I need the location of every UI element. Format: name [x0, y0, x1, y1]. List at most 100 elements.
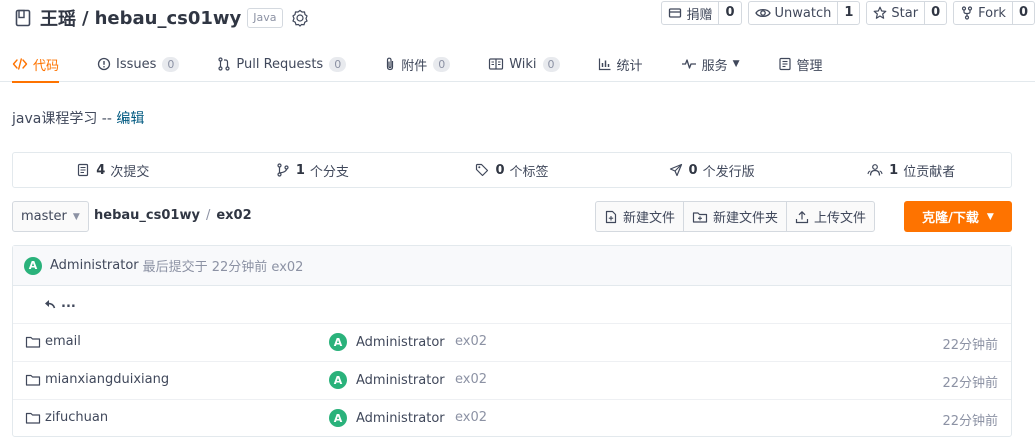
table-row: mianxiangduixiang A Administrator ex02 2… [13, 362, 1011, 400]
tab-label: 服务 [701, 58, 728, 74]
folder-link[interactable]: email [25, 334, 81, 349]
commit-time: 22分钟前 [942, 338, 998, 353]
upload-icon [795, 210, 809, 223]
tag-count: 0 [495, 162, 505, 178]
watch-count[interactable]: 1 [837, 2, 859, 24]
unwatch-button[interactable]: Unwatch 1 [747, 1, 861, 25]
row-author[interactable]: A Administrator [329, 371, 445, 389]
fork-button[interactable]: Fork 0 [953, 1, 1035, 25]
chevron-down-icon: ▼ [986, 211, 994, 222]
commit-label: 次提交 [110, 164, 150, 180]
stat-releases[interactable]: 0 个发行版 [612, 153, 812, 187]
donate-count[interactable]: 0 [718, 2, 740, 24]
parent-directory-row[interactable]: ... [13, 286, 1011, 324]
star-button[interactable]: Star 0 [866, 1, 948, 25]
repo-header: 王瑶 / hebau_cs01wy Java 捐赠 0 Unwatch 1 St… [0, 0, 1035, 83]
tab-statistics[interactable]: 统计 [598, 46, 643, 82]
clone-download-button[interactable]: 克隆/下载 ▼ [904, 201, 1012, 232]
repo-stats-bar: 4 次提交 1 个分支 0 个标签 0 个发行版 1 位贡献者 [12, 152, 1012, 188]
release-label: 个发行版 [702, 164, 755, 180]
tab-wiki[interactable]: Wiki 0 [488, 46, 560, 82]
commit-author[interactable]: Administrator [50, 258, 139, 273]
new-folder-icon [692, 211, 708, 223]
commit-time: 22分钟前 [942, 414, 998, 429]
folder-link[interactable]: mianxiangduixiang [25, 372, 169, 387]
tab-code[interactable]: 代码 [12, 46, 60, 83]
contributor-count: 1 [889, 162, 899, 178]
row-author[interactable]: A Administrator [329, 409, 445, 427]
description-text: java课程学习 [12, 111, 98, 127]
chevron-down-icon: ▼ [72, 211, 80, 222]
release-icon [669, 163, 682, 177]
stat-commits[interactable]: 4 次提交 [13, 153, 213, 187]
tab-pull-requests[interactable]: Pull Requests 0 [217, 46, 347, 82]
wiki-icon [489, 58, 504, 70]
branch-selector[interactable]: master ▼ [12, 201, 89, 232]
folder-name: mianxiangduixiang [45, 372, 170, 387]
tab-issues[interactable]: Issues 0 [97, 46, 180, 82]
fork-count[interactable]: 0 [1011, 2, 1034, 24]
stat-tags[interactable]: 0 个标签 [412, 153, 612, 187]
unwatch-label: Unwatch [774, 5, 832, 21]
issues-icon [97, 57, 111, 71]
commit-count: 4 [96, 162, 106, 178]
last-commit-bar: A Administrator 最后提交于 22分钟前 ex02 [13, 246, 1011, 286]
branch-name: master [21, 209, 67, 224]
tab-attachments[interactable]: 附件 0 [384, 46, 451, 82]
new-folder-label: 新建文件夹 [713, 211, 779, 226]
repo-name-link[interactable]: hebau_cs01wy [95, 8, 242, 29]
repo-book-icon [15, 9, 31, 27]
folder-link[interactable]: zifuchuan [25, 410, 108, 425]
branch-label: 个分支 [309, 164, 349, 180]
tag-icon [476, 163, 489, 177]
file-toolbar: master ▼ hebau_cs01wy / ex02 新建文件 新建文件夹 [12, 201, 1012, 233]
tab-label: 管理 [796, 58, 823, 74]
code-icon [12, 58, 28, 70]
new-folder-button[interactable]: 新建文件夹 [684, 202, 788, 231]
repo-tabs: 代码 Issues 0 Pull Requests 0 附件 0 Wiki 0 … [12, 46, 861, 83]
folder-icon [25, 336, 41, 348]
chevron-down-icon: ▼ [732, 59, 740, 69]
settings-doc-icon [778, 57, 791, 71]
tab-label: 附件 [401, 58, 428, 74]
breadcrumb-separator: / [205, 208, 211, 223]
paperclip-icon [387, 57, 394, 71]
stat-contributors[interactable]: 1 位贡献者 [811, 153, 1011, 187]
back-arrow-icon [45, 299, 56, 308]
tab-manage[interactable]: 管理 [778, 46, 823, 82]
star-count[interactable]: 0 [924, 2, 946, 24]
donate-button[interactable]: 捐赠 0 [661, 1, 742, 25]
release-count: 0 [688, 162, 698, 178]
avatar[interactable]: A [24, 256, 42, 275]
tab-label: 统计 [616, 58, 643, 74]
folder-icon [25, 374, 41, 386]
edit-description-link[interactable]: 编辑 [116, 111, 144, 127]
commit-message[interactable]: ex02 [455, 372, 487, 387]
tab-label: Wiki [509, 56, 537, 72]
language-badge[interactable]: Java [247, 8, 283, 28]
tab-services[interactable]: 服务 ▼ [681, 46, 740, 82]
commit-meta[interactable]: 最后提交于 22分钟前 ex02 [143, 256, 304, 275]
stat-branches[interactable]: 1 个分支 [213, 153, 413, 187]
contributor-label: 位贡献者 [903, 164, 956, 180]
breadcrumb-current: ex02 [216, 208, 252, 223]
tab-count-badge: 0 [542, 56, 560, 72]
commit-message[interactable]: ex02 [455, 334, 487, 349]
star-label: Star [891, 5, 919, 21]
tab-count-badge: 0 [162, 56, 180, 72]
upload-button[interactable]: 上传文件 [787, 202, 874, 231]
author-name: Administrator [356, 372, 445, 388]
commit-message[interactable]: ex02 [455, 410, 487, 425]
row-author[interactable]: A Administrator [329, 333, 445, 351]
star-icon [873, 6, 887, 19]
tab-label: Pull Requests [236, 56, 324, 72]
award-badge-icon[interactable] [291, 9, 309, 27]
new-file-button[interactable]: 新建文件 [596, 202, 685, 231]
repo-owner-link[interactable]: 王瑶 [40, 5, 76, 31]
donate-icon [669, 8, 682, 18]
file-list: A Administrator 最后提交于 22分钟前 ex02 ... ema… [12, 245, 1012, 437]
contributors-icon [867, 164, 883, 176]
file-action-group: 新建文件 新建文件夹 上传文件 [595, 201, 876, 232]
folder-icon [25, 412, 41, 424]
breadcrumb-root[interactable]: hebau_cs01wy [94, 208, 200, 223]
